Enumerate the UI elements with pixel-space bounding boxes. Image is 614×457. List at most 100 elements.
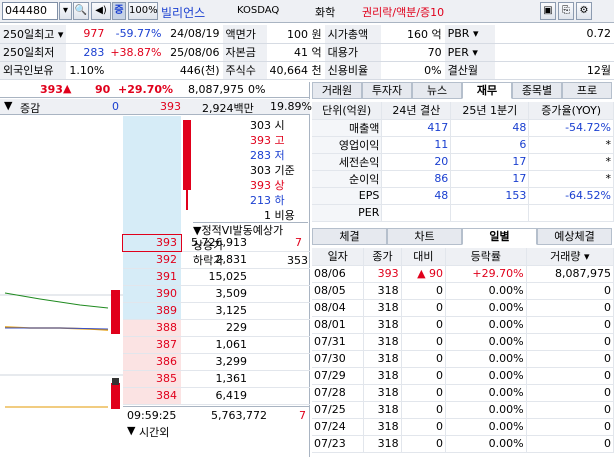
daily-rate: 0.00% — [445, 282, 527, 300]
level-key: 상 — [274, 179, 285, 192]
events-label: 권리락/액분/증10 — [362, 6, 445, 19]
daily-change: 0 — [401, 401, 447, 419]
tab-1[interactable]: 투자자 — [362, 82, 412, 99]
fin-label: 매출액 — [312, 119, 383, 137]
subtab-3[interactable]: 예상체결 — [537, 228, 612, 245]
info-value: 160 억 — [380, 25, 445, 44]
fin-row: 영업이익 11 6 * — [312, 136, 614, 154]
book-row[interactable]: 387 1,061 — [123, 337, 310, 354]
daily-rate: +29.70% — [445, 265, 527, 283]
stock-code-input[interactable]: 044480 — [2, 2, 58, 20]
daily-row[interactable]: 07/25 318 0 0.00% 0 — [312, 401, 614, 419]
tab-0[interactable]: 거래원 — [312, 82, 362, 99]
book-row[interactable]: 390 3,509 — [123, 286, 310, 303]
info-value: 1.10% — [66, 61, 108, 80]
daily-row[interactable]: 08/01 318 0 0.00% 0 — [312, 316, 614, 334]
tab-3[interactable]: 재무 — [462, 82, 512, 99]
close-icon[interactable] — [112, 378, 119, 385]
daily-change: 0 — [401, 350, 447, 368]
book-row[interactable]: 391 15,025 — [123, 269, 310, 286]
info-label[interactable]: PER ▾ — [444, 43, 495, 62]
book-row[interactable]: 389 3,125 — [123, 303, 310, 320]
book-row[interactable]: 388 229 — [123, 320, 310, 337]
daily-header-cell: 종가 — [363, 248, 402, 266]
book-row[interactable]: 386 3,299 — [123, 354, 310, 371]
margin-badge: 증 — [112, 2, 126, 20]
book-qty: 3,125 — [215, 304, 248, 317]
book-extra — [251, 269, 306, 285]
book-row[interactable]: 384 6,419 — [123, 388, 310, 405]
daily-row[interactable]: 07/29 318 0 0.00% 0 — [312, 367, 614, 385]
level-key: 기준 — [274, 164, 295, 177]
daily-row[interactable]: 07/28 318 0 0.00% 0 — [312, 384, 614, 402]
fin-row: 매출액 417 48 -54.72% — [312, 119, 614, 137]
level-value: 283 — [250, 149, 271, 162]
subtab-2[interactable]: 일별 — [462, 228, 537, 245]
level-row: 303 시 — [250, 118, 308, 133]
book-row[interactable]: 393 5,726,913 7 — [122, 234, 310, 252]
book-qty: 1,061 — [215, 338, 248, 351]
daily-change: ▲ 90 — [401, 265, 447, 283]
tab-2[interactable]: 뉴스 — [412, 82, 462, 99]
fin-value — [381, 204, 452, 222]
fin-row: PER — [312, 204, 614, 222]
book-row[interactable]: 385 1,361 — [123, 371, 310, 388]
fin-value: 11 — [381, 136, 452, 154]
daily-volume: 0 — [526, 350, 614, 368]
info-label[interactable]: PBR ▾ — [444, 25, 495, 44]
level-value: 393 — [250, 134, 271, 147]
daily-rate: 0.00% — [445, 435, 527, 453]
level-value: 303 — [250, 119, 271, 132]
daily-date: 08/04 — [312, 299, 365, 317]
daily-close: 318 — [363, 350, 402, 368]
daily-row[interactable]: 07/30 318 0 0.00% 0 — [312, 350, 614, 368]
daily-row[interactable]: 08/06 393 ▲ 90 +29.70% 8,087,975 — [312, 265, 614, 283]
mini-chart-area — [0, 235, 123, 415]
copy-icon[interactable]: ⎘ — [558, 2, 574, 20]
level-key: 비용 — [274, 209, 295, 222]
book-price: 390 — [123, 286, 181, 302]
daily-row[interactable]: 07/23 318 0 0.00% 0 — [312, 435, 614, 453]
daily-change: 0 — [401, 333, 447, 351]
after-hours-label[interactable]: 시간외 — [139, 424, 169, 440]
fin-value: -54.72% — [528, 119, 614, 137]
daily-row[interactable]: 08/05 318 0 0.00% 0 — [312, 282, 614, 300]
window-icon[interactable]: ▣ — [540, 2, 556, 20]
daily-date: 08/05 — [312, 282, 365, 300]
daily-date: 07/28 — [312, 384, 365, 402]
info-label: 250일최고 ▾ — [0, 25, 67, 44]
gear-icon[interactable]: ⚙ — [576, 2, 592, 20]
fin-value: 20 — [381, 153, 452, 171]
right-pane: 거래원 투자자 뉴스 재무 종목별 프로 단위(억원) 24년 결산 25년 1분기 증가… — [312, 82, 614, 457]
book-qty: 15,025 — [208, 270, 248, 283]
subtab-0[interactable]: 체결 — [312, 228, 387, 245]
info-label: 외국인보유 — [0, 61, 67, 80]
fin-value: * — [528, 170, 614, 188]
toolbar: 044480 ▾ 🔍 ◀) 증 100% 빌리언스 KOSDAQ 화학 권리락/… — [0, 0, 614, 23]
subtab-1[interactable]: 차트 — [387, 228, 462, 245]
book-header: ▼ 증감 0 393 2,924백만 19.89% — [0, 99, 312, 115]
change-label: 증감 — [20, 102, 41, 115]
speaker-icon[interactable]: ◀) — [91, 2, 111, 20]
code-dropdown-button[interactable]: ▾ — [59, 2, 72, 20]
daily-close: 318 — [363, 367, 402, 385]
book-qty: 6,419 — [215, 389, 248, 402]
info-date: 24/08/19 — [164, 25, 223, 44]
daily-volume: 0 — [526, 401, 614, 419]
fin-value: 6 — [450, 136, 530, 154]
book-row[interactable]: 392 2,831 — [123, 252, 310, 269]
book-price: 386 — [123, 354, 181, 370]
tab-4[interactable]: 종목별 — [512, 82, 562, 99]
daily-header-cell[interactable]: 거래량 ▾ — [526, 248, 614, 266]
chevron-down-icon[interactable]: ▾ — [584, 250, 590, 263]
daily-row[interactable]: 07/31 318 0 0.00% 0 — [312, 333, 614, 351]
daily-row[interactable]: 08/04 318 0 0.00% 0 — [312, 299, 614, 317]
fin-header: 단위(억원) 24년 결산 25년 1분기 증가율(YOY) — [312, 102, 614, 120]
tab-5[interactable]: 프로 — [562, 82, 612, 99]
fin-row: EPS 48 153 -64.52% — [312, 187, 614, 205]
search-icon[interactable]: 🔍 — [73, 2, 89, 20]
daily-row[interactable]: 07/24 318 0 0.00% 0 — [312, 418, 614, 436]
daily-header-cell: 등락률 — [445, 248, 527, 266]
book-price: 387 — [123, 337, 181, 353]
info-value: 12월 — [494, 61, 614, 80]
